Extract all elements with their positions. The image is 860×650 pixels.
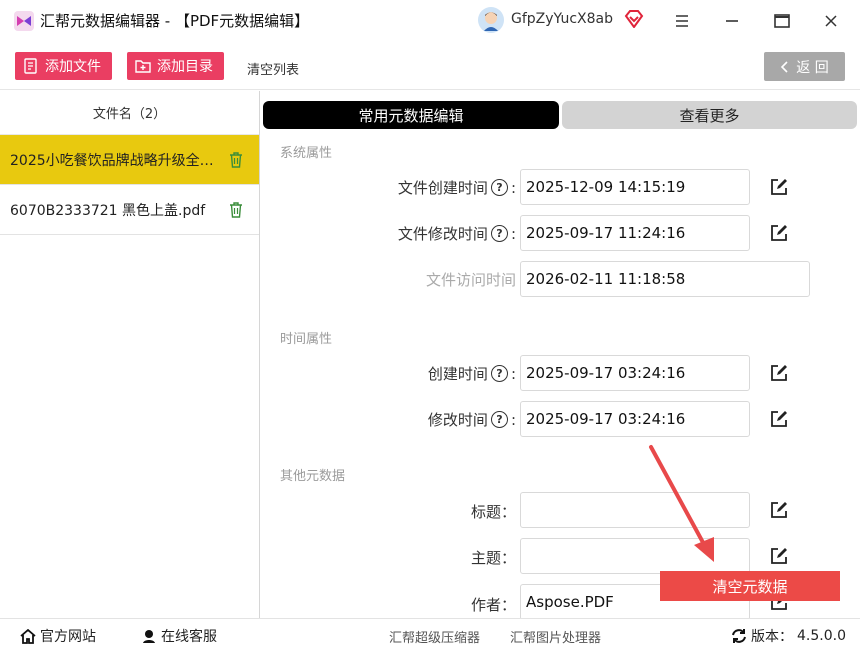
version-value: 4.5.0.0 xyxy=(797,628,846,644)
maximize-icon[interactable] xyxy=(769,8,795,34)
file-list-item[interactable]: 2025小吃餐饮品牌战略升级全案... xyxy=(0,135,259,185)
label-colon: : xyxy=(510,178,516,197)
edit-icon[interactable] xyxy=(770,410,788,428)
file-created-field[interactable]: 2025-12-09 14:15:19 xyxy=(520,169,750,205)
user-avatar[interactable] xyxy=(478,7,504,33)
add-folder-label: 添加目录 xyxy=(157,59,213,75)
title-field[interactable] xyxy=(520,492,750,528)
label-colon: : xyxy=(510,410,516,429)
edit-icon[interactable] xyxy=(770,501,788,519)
trash-icon[interactable] xyxy=(229,202,243,218)
modified-label-text: 修改时间 xyxy=(427,411,488,429)
section-title-other: 其他元数据 xyxy=(280,469,346,484)
edit-icon[interactable] xyxy=(770,364,788,382)
file-accessed-label: 文件访问时间 xyxy=(425,271,516,289)
app-logo-icon xyxy=(14,11,34,31)
created-label: 创建时间 ? : xyxy=(428,363,516,384)
file-list-panel: 文件名（2） 2025小吃餐饮品牌战略升级全案... 6070B2333721 … xyxy=(0,91,260,618)
online-support-link[interactable]: 在线客服 xyxy=(141,626,217,646)
image-tool-link[interactable]: 汇帮图片处理器 xyxy=(510,627,601,646)
file-list-item[interactable]: 6070B2333721 黑色上盖.pdf xyxy=(0,185,259,235)
created-label-text: 创建时间 xyxy=(427,365,488,383)
file-name: 2025小吃餐饮品牌战略升级全案... xyxy=(10,152,222,169)
window-title: 汇帮元数据编辑器 - 【PDF元数据编辑】 xyxy=(40,12,310,30)
toolbar: 添加文件 添加目录 清空列表 返 回 xyxy=(0,42,860,90)
label-colon: : xyxy=(510,364,516,383)
status-bar: 官方网站 在线客服 汇帮超级压缩器 汇帮图片处理器 版本： 4.5.0.0 xyxy=(0,618,860,650)
modified-label: 修改时间 ? : xyxy=(428,409,516,430)
modified-field[interactable]: 2025-09-17 03:24:16 xyxy=(520,401,750,437)
add-file-button[interactable]: 添加文件 xyxy=(15,52,112,80)
file-list-header: 文件名（2） xyxy=(0,91,259,135)
add-file-label: 添加文件 xyxy=(45,59,101,75)
close-icon[interactable] xyxy=(818,8,844,34)
online-support-label: 在线客服 xyxy=(161,629,217,645)
file-name: 6070B2333721 黑色上盖.pdf xyxy=(10,202,206,219)
trash-icon[interactable] xyxy=(229,152,243,168)
compressor-link[interactable]: 汇帮超级压缩器 xyxy=(389,627,480,646)
home-icon xyxy=(20,628,36,644)
tab-view-more[interactable]: 查看更多 xyxy=(562,101,857,129)
file-created-label: 文件创建时间 ? : xyxy=(398,177,516,198)
add-folder-icon xyxy=(135,60,151,73)
minimize-icon[interactable] xyxy=(719,8,745,34)
version-label: 版本： xyxy=(751,629,793,645)
official-website-label: 官方网站 xyxy=(40,629,96,645)
author-label: 作者： xyxy=(470,596,516,614)
metadata-editor: 系统属性 文件创建时间 ? : 2025-12-09 14:15:19 文件修改… xyxy=(262,132,860,618)
refresh-icon xyxy=(732,629,746,643)
version-info[interactable]: 版本： 4.5.0.0 xyxy=(731,626,846,646)
vip-diamond-icon[interactable] xyxy=(624,10,644,28)
label-colon: : xyxy=(510,224,516,243)
file-created-label-text: 文件创建时间 xyxy=(397,179,488,197)
help-icon[interactable]: ? xyxy=(490,365,508,382)
file-modified-label: 文件修改时间 ? : xyxy=(398,223,516,244)
support-agent-icon xyxy=(143,630,155,643)
edit-icon[interactable] xyxy=(770,224,788,242)
file-accessed-field: 2026-02-11 11:18:58 xyxy=(520,261,810,297)
clear-metadata-button[interactable]: 清空元数据 xyxy=(660,571,840,601)
created-field[interactable]: 2025-09-17 03:24:16 xyxy=(520,355,750,391)
title-label: 标题： xyxy=(470,503,516,521)
section-title-system: 系统属性 xyxy=(280,146,333,161)
subject-field[interactable] xyxy=(520,538,750,574)
add-folder-button[interactable]: 添加目录 xyxy=(127,52,224,80)
help-icon[interactable]: ? xyxy=(490,225,508,242)
tab-common-metadata[interactable]: 常用元数据编辑 xyxy=(263,101,559,129)
back-button[interactable]: 返 回 xyxy=(764,52,845,81)
subject-label: 主题： xyxy=(470,549,516,567)
file-modified-field[interactable]: 2025-09-17 11:24:16 xyxy=(520,215,750,251)
file-modified-label-text: 文件修改时间 xyxy=(397,225,488,243)
official-website-link[interactable]: 官方网站 xyxy=(20,626,96,646)
help-icon[interactable]: ? xyxy=(490,179,508,196)
section-title-time: 时间属性 xyxy=(280,332,333,347)
user-name[interactable]: GfpZyYucX8ab xyxy=(511,11,613,27)
chevron-left-icon xyxy=(781,60,788,73)
add-file-icon xyxy=(24,58,37,74)
edit-icon[interactable] xyxy=(770,547,788,565)
clear-list-button[interactable]: 清空列表 xyxy=(247,59,299,78)
edit-icon[interactable] xyxy=(770,178,788,196)
back-label: 返 回 xyxy=(796,59,829,76)
title-bar: 汇帮元数据编辑器 - 【PDF元数据编辑】 GfpZyYucX8ab xyxy=(0,0,860,42)
menu-icon[interactable] xyxy=(669,8,695,34)
help-icon[interactable]: ? xyxy=(490,411,508,428)
